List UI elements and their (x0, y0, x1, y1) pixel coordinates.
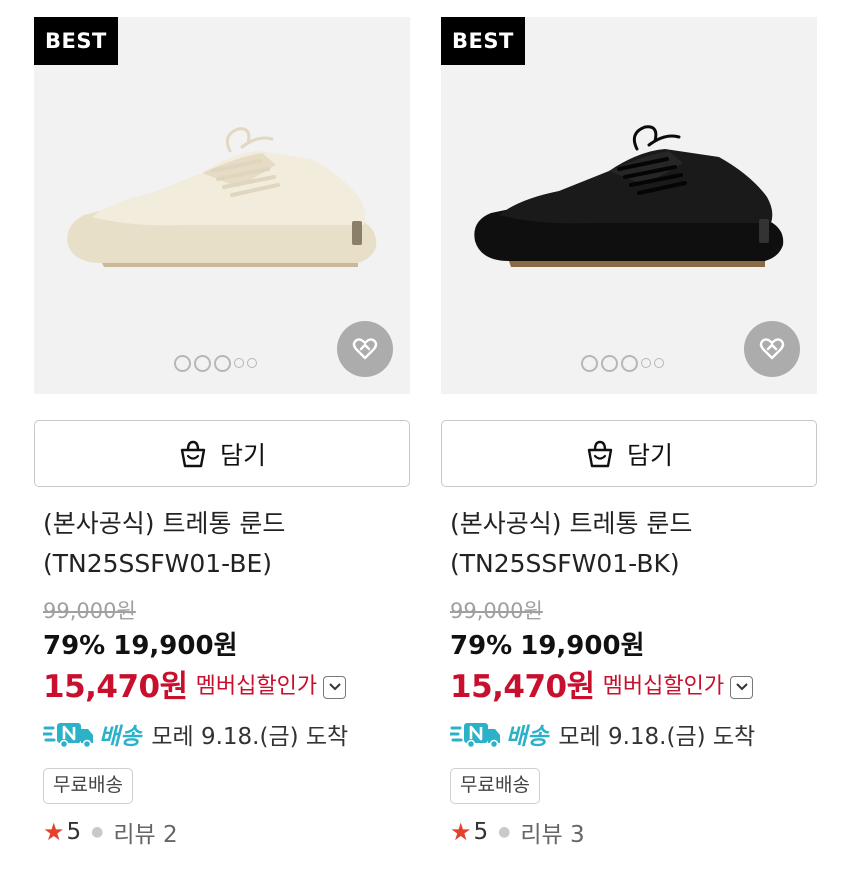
best-badge: BEST (441, 17, 525, 65)
product-title-line2[interactable]: (TN25SSFW01-BK) (450, 544, 817, 584)
carousel-dot[interactable] (601, 354, 618, 372)
original-price: 99,000원 (450, 599, 543, 623)
shipping-label: 배송 (506, 724, 549, 750)
member-price: 15,470원 (450, 669, 595, 705)
shopping-bag-icon (180, 440, 206, 467)
discount-percent: 79% (450, 631, 513, 661)
product-title-line1[interactable]: (본사공식) 트레통 룬드 (450, 504, 817, 544)
separator-dot: ● (91, 824, 104, 840)
image-carousel-dots[interactable] (581, 353, 664, 373)
add-to-cart-button[interactable]: 담기 (441, 420, 817, 487)
add-to-cart-label: 담기 (219, 440, 266, 470)
member-price-label: 멤버십할인가 (195, 674, 318, 699)
carousel-dot[interactable] (654, 358, 664, 368)
product-title-line1[interactable]: (본사공식) 트레통 룬드 (43, 504, 410, 544)
product-image-area[interactable]: BEST (441, 17, 817, 394)
add-to-cart-button[interactable]: 담기 (34, 420, 410, 487)
original-price: 99,000원 (43, 599, 136, 623)
separator-dot: ● (498, 824, 511, 840)
sale-price-row: 79% 19,900원 (34, 629, 410, 663)
product-card[interactable]: BEST (34, 17, 410, 848)
add-to-cart-label: 담기 (626, 440, 673, 470)
product-image-black-sneaker[interactable] (469, 117, 789, 297)
member-price-toggle[interactable] (323, 675, 347, 699)
carousel-dot[interactable] (641, 358, 651, 368)
carousel-dot[interactable] (214, 354, 231, 372)
chevron-down-icon (328, 683, 341, 691)
wishlist-button[interactable] (337, 321, 393, 377)
chevron-down-icon (735, 683, 748, 691)
star-icon: ★ (450, 818, 472, 846)
image-carousel-dots[interactable] (174, 353, 257, 373)
heart-icon (759, 338, 785, 360)
product-title[interactable]: (본사공식) 트레통 룬드 (TN25SSFW01-BE) (34, 504, 410, 584)
rating-score: 5 (473, 819, 489, 845)
sale-price-row: 79% 19,900원 (441, 629, 817, 663)
member-price-row: 15,470원 멤버십할인가 (34, 667, 410, 707)
delivery-truck-icon (43, 719, 95, 749)
carousel-dot[interactable] (581, 354, 598, 372)
sale-price: 19,900원 (520, 631, 645, 661)
sale-price: 19,900원 (113, 631, 238, 661)
shipping-label: 배송 (99, 724, 142, 750)
review-count[interactable]: 리뷰 2 (113, 815, 177, 849)
heart-icon (352, 338, 378, 360)
product-title-line2[interactable]: (TN25SSFW01-BE) (43, 544, 410, 584)
discount-percent: 79% (43, 631, 106, 661)
product-grid: BEST 담기 (본사공식) 트레통 룬드 (TN25SSFW01-BE) 99… (0, 0, 850, 875)
carousel-dot[interactable] (174, 354, 191, 372)
delivery-truck-icon (450, 719, 502, 749)
product-card[interactable]: BEST (441, 17, 817, 848)
shopping-bag-icon (587, 440, 613, 467)
best-badge: BEST (34, 17, 118, 65)
product-title[interactable]: (본사공식) 트레통 룬드 (TN25SSFW01-BK) (441, 504, 817, 584)
member-price-toggle[interactable] (730, 675, 754, 699)
shipping-info: 배송 모레 9.18.(금) 도착 (441, 715, 817, 753)
review-count[interactable]: 리뷰 3 (520, 815, 584, 849)
wishlist-button[interactable] (744, 321, 800, 377)
member-price: 15,470원 (43, 669, 188, 705)
shipping-info: 배송 모레 9.18.(금) 도착 (34, 715, 410, 753)
free-shipping-tag: 무료배송 (43, 768, 133, 804)
shipping-eta: 모레 9.18.(금) 도착 (151, 724, 349, 750)
member-price-row: 15,470원 멤버십할인가 (441, 667, 817, 707)
carousel-dot[interactable] (234, 358, 244, 368)
carousel-dot[interactable] (247, 358, 257, 368)
free-shipping-tag: 무료배송 (450, 768, 540, 804)
product-image-cream-sneaker[interactable] (62, 117, 382, 297)
shipping-eta: 모레 9.18.(금) 도착 (558, 724, 756, 750)
star-icon: ★ (43, 818, 65, 846)
carousel-dot[interactable] (194, 354, 211, 372)
product-image-area[interactable]: BEST (34, 17, 410, 394)
rating-row: ★ 5 ● 리뷰 3 (441, 816, 817, 848)
member-price-label: 멤버십할인가 (602, 674, 725, 699)
rating-score: 5 (66, 819, 82, 845)
carousel-dot[interactable] (621, 354, 638, 372)
rating-row: ★ 5 ● 리뷰 2 (34, 816, 410, 848)
